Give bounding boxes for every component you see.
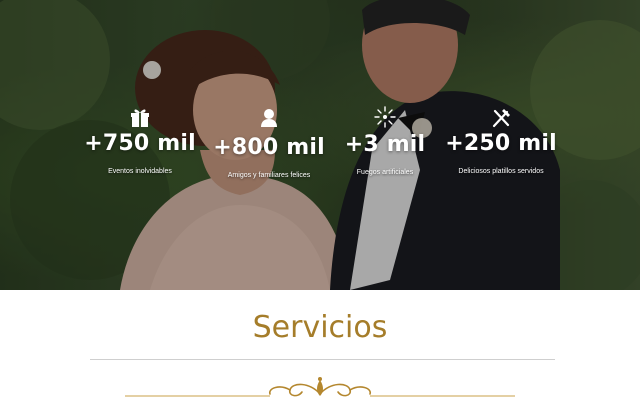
services-title: Servicios [252,310,388,345]
services-divider [90,359,555,360]
stat-dishes-value: +250 mil [445,131,557,156]
cutlery-icon [421,107,581,129]
stat-dishes: +250 mil Deliciosos platillos servidos [421,107,581,177]
ornament-divider [125,377,515,397]
hero-banner: +750 mil Eventos inolvidables +800 mil A… [0,0,640,290]
stat-dishes-label: Deliciosos platillos servidos [458,168,544,175]
